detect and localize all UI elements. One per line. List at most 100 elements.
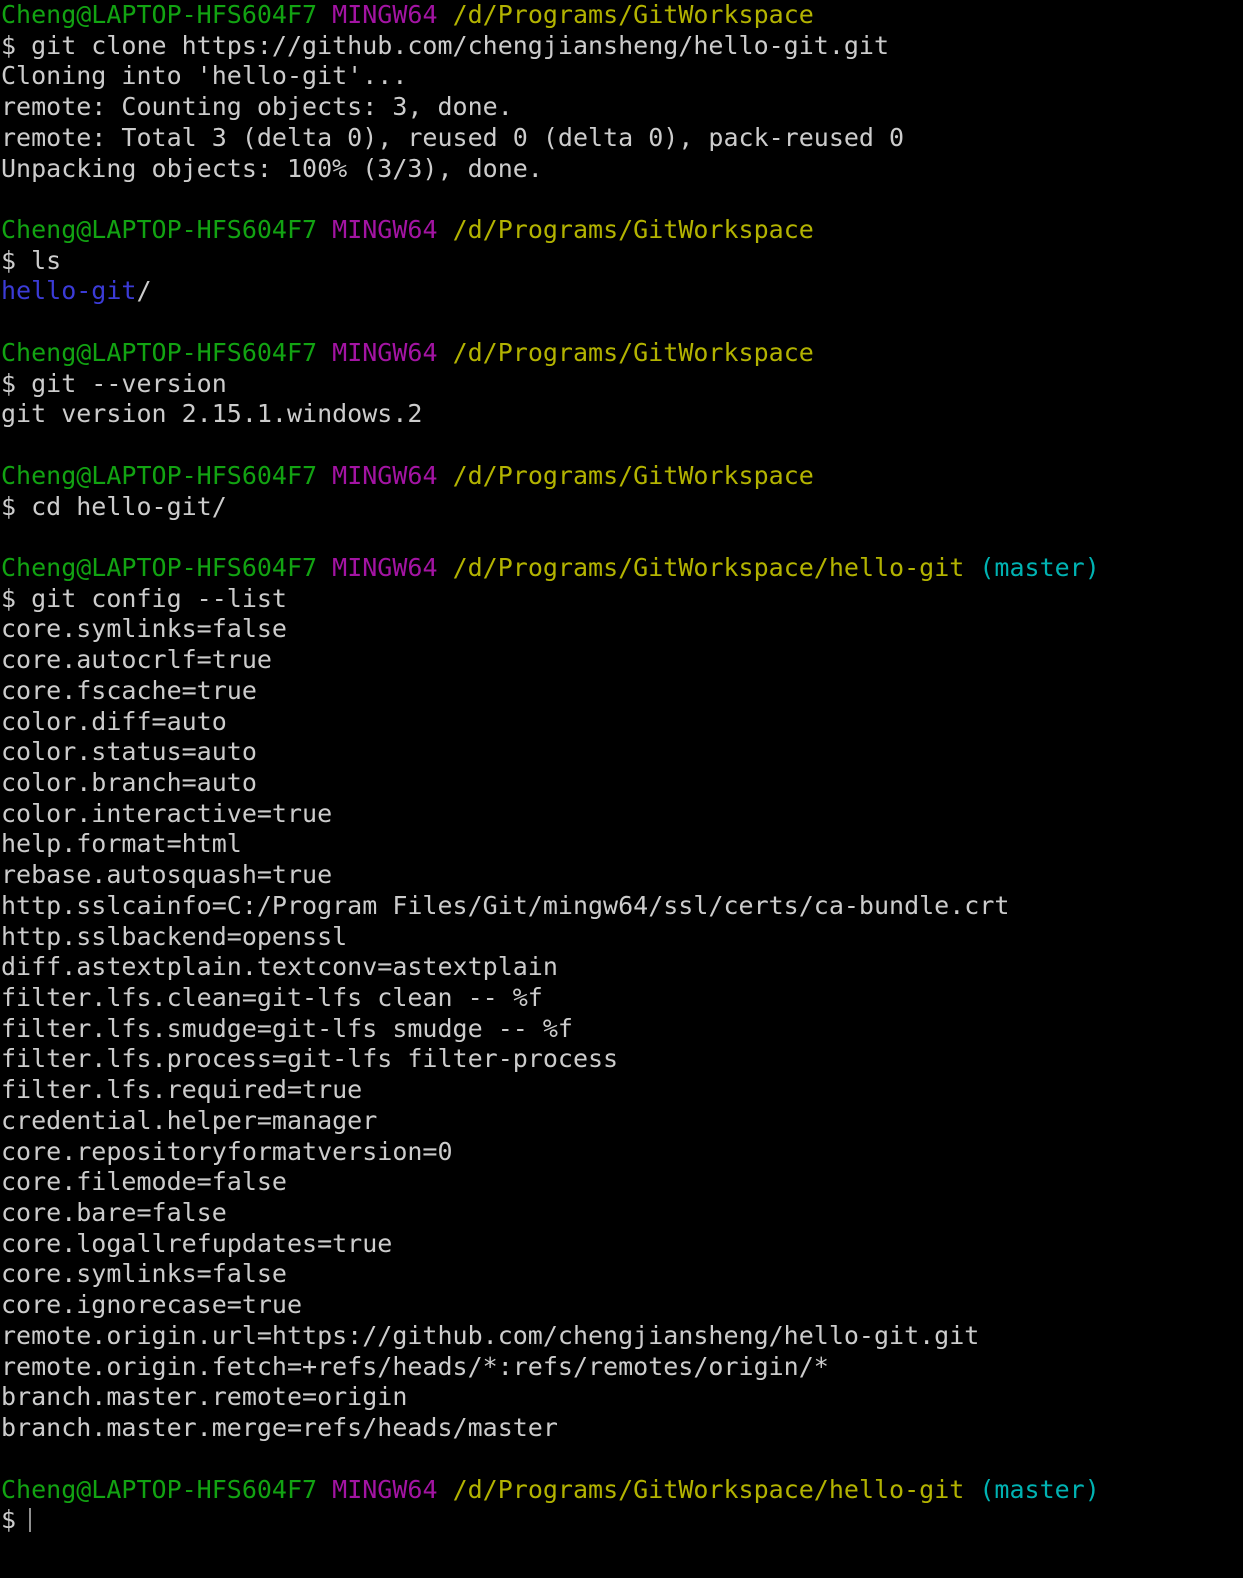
prompt-line: Cheng@LAPTOP-HFS604F7 MINGW64 /d/Program…	[0, 215, 1243, 246]
output-text: http.sslcainfo=C:/Program Files/Git/ming…	[1, 890, 1010, 920]
prompt-user-host: Cheng@LAPTOP-HFS604F7	[1, 1474, 318, 1504]
command-line: $ ls	[0, 246, 1243, 277]
command-text: $ ls	[1, 245, 62, 275]
prompt-path: /d/Programs/GitWorkspace/hello-git	[452, 552, 965, 582]
output-text: filter.lfs.process=git-lfs filter-proces…	[1, 1044, 619, 1074]
output-line: http.sslcainfo=C:/Program Files/Git/ming…	[0, 891, 1243, 922]
output-line: diff.astextplain.textconv=astextplain	[0, 952, 1243, 983]
prompt-user-host: Cheng@LAPTOP-HFS604F7	[1, 337, 318, 367]
output-text: color.interactive=true	[1, 798, 333, 828]
output-line: branch.master.merge=refs/heads/master	[0, 1413, 1243, 1444]
output-text: core.filemode=false	[1, 1167, 287, 1197]
command-text: $ git clone https://github.com/chengjian…	[1, 30, 890, 60]
prompt-line: Cheng@LAPTOP-HFS604F7 MINGW64 /d/Program…	[0, 1475, 1243, 1506]
command-text: $ git config --list	[1, 583, 287, 613]
prompt-branch: (master)	[979, 1474, 1100, 1504]
prompt-shell-tag: MINGW64	[332, 0, 438, 29]
output-line: core.fscache=true	[0, 676, 1243, 707]
output-text: remote: Counting objects: 3, done.	[1, 92, 513, 122]
text-cursor	[29, 1508, 32, 1533]
output-text: branch.master.remote=origin	[1, 1382, 408, 1412]
command-line: $ git config --list	[0, 584, 1243, 615]
output-text: remote.origin.url=https://github.com/che…	[1, 1320, 980, 1350]
output-text: Unpacking objects: 100% (3/3), done.	[1, 153, 543, 183]
output-text: filter.lfs.required=true	[1, 1075, 363, 1105]
prompt-user-host: Cheng@LAPTOP-HFS604F7	[1, 0, 318, 29]
output-line: git version 2.15.1.windows.2	[0, 399, 1243, 430]
output-text: core.symlinks=false	[1, 614, 287, 644]
output-line: core.logallrefupdates=true	[0, 1229, 1243, 1260]
prompt-user-host: Cheng@LAPTOP-HFS604F7	[1, 215, 318, 245]
command-line: $ git clone https://github.com/chengjian…	[0, 31, 1243, 62]
output-line: remote: Total 3 (delta 0), reused 0 (del…	[0, 123, 1243, 154]
prompt-branch: (master)	[979, 552, 1100, 582]
output-text: remote: Total 3 (delta 0), reused 0 (del…	[1, 122, 905, 152]
output-text: core.ignorecase=true	[1, 1290, 303, 1320]
output-line: core.filemode=false	[0, 1167, 1243, 1198]
output-line: core.bare=false	[0, 1198, 1243, 1229]
prompt-line: Cheng@LAPTOP-HFS604F7 MINGW64 /d/Program…	[0, 0, 1243, 31]
prompt-path: /d/Programs/GitWorkspace	[452, 0, 814, 29]
prompt-path: /d/Programs/GitWorkspace	[452, 215, 814, 245]
output-text: core.logallrefupdates=true	[1, 1228, 393, 1258]
output-line: http.sslbackend=openssl	[0, 922, 1243, 953]
output-text: core.fscache=true	[1, 675, 257, 705]
output-text: help.format=html	[1, 829, 242, 859]
output-line: remote: Counting objects: 3, done.	[0, 92, 1243, 123]
prompt-symbol: $	[1, 1505, 17, 1535]
output-line: remote.origin.url=https://github.com/che…	[0, 1321, 1243, 1352]
terminal-window[interactable]: Cheng@LAPTOP-HFS604F7 MINGW64 /d/Program…	[0, 0, 1243, 1578]
output-text: core.repositoryformatversion=0	[1, 1136, 453, 1166]
output-line: rebase.autosquash=true	[0, 860, 1243, 891]
output-line: remote.origin.fetch=+refs/heads/*:refs/r…	[0, 1352, 1243, 1383]
output-text: http.sslbackend=openssl	[1, 921, 348, 951]
prompt-shell-tag: MINGW64	[332, 552, 438, 582]
output-text: branch.master.merge=refs/heads/master	[1, 1413, 558, 1443]
output-line: filter.lfs.smudge=git-lfs smudge -- %f	[0, 1014, 1243, 1045]
directory-name: hello-git	[1, 276, 137, 306]
output-line: filter.lfs.clean=git-lfs clean -- %f	[0, 983, 1243, 1014]
output-line: color.status=auto	[0, 737, 1243, 768]
output-text: core.bare=false	[1, 1198, 227, 1228]
output-line: core.symlinks=false	[0, 1259, 1243, 1290]
prompt-shell-tag: MINGW64	[332, 215, 438, 245]
prompt-user-host: Cheng@LAPTOP-HFS604F7	[1, 460, 318, 490]
output-line: branch.master.remote=origin	[0, 1382, 1243, 1413]
output-line: core.ignorecase=true	[0, 1290, 1243, 1321]
output-text: filter.lfs.smudge=git-lfs smudge -- %f	[1, 1013, 573, 1043]
prompt-line: Cheng@LAPTOP-HFS604F7 MINGW64 /d/Program…	[0, 553, 1243, 584]
prompt-line: Cheng@LAPTOP-HFS604F7 MINGW64 /d/Program…	[0, 338, 1243, 369]
directory-listing-line: hello-git/	[0, 276, 1243, 307]
output-line: color.diff=auto	[0, 707, 1243, 738]
output-text: color.status=auto	[1, 737, 257, 767]
prompt-shell-tag: MINGW64	[332, 1474, 438, 1504]
command-line: $ git --version	[0, 369, 1243, 400]
output-line: filter.lfs.process=git-lfs filter-proces…	[0, 1044, 1243, 1075]
command-text: $ git --version	[1, 368, 227, 398]
input-line[interactable]: $	[0, 1505, 1243, 1536]
output-text: core.symlinks=false	[1, 1259, 287, 1289]
output-line: core.autocrlf=true	[0, 645, 1243, 676]
prompt-shell-tag: MINGW64	[332, 460, 438, 490]
output-line: help.format=html	[0, 829, 1243, 860]
output-text: color.branch=auto	[1, 767, 257, 797]
prompt-user-host: Cheng@LAPTOP-HFS604F7	[1, 552, 318, 582]
command-text: $ cd hello-git/	[1, 491, 227, 521]
command-line: $ cd hello-git/	[0, 492, 1243, 523]
